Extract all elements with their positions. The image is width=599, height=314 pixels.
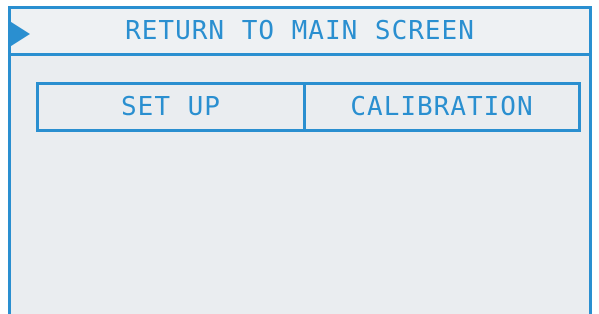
device-screen: RETURN TO MAIN SCREEN SET UP CALIBRATION — [8, 6, 592, 314]
tab-calibration-label: CALIBRATION — [350, 92, 534, 122]
return-to-main-button[interactable]: RETURN TO MAIN SCREEN — [8, 6, 589, 56]
tab-set-up[interactable]: SET UP — [39, 85, 303, 129]
selector-arrow-icon — [8, 20, 30, 48]
menu-tabs: SET UP CALIBRATION — [36, 82, 581, 132]
return-to-main-label: RETURN TO MAIN SCREEN — [125, 16, 475, 46]
tab-calibration[interactable]: CALIBRATION — [303, 85, 578, 129]
tab-set-up-label: SET UP — [121, 92, 221, 122]
